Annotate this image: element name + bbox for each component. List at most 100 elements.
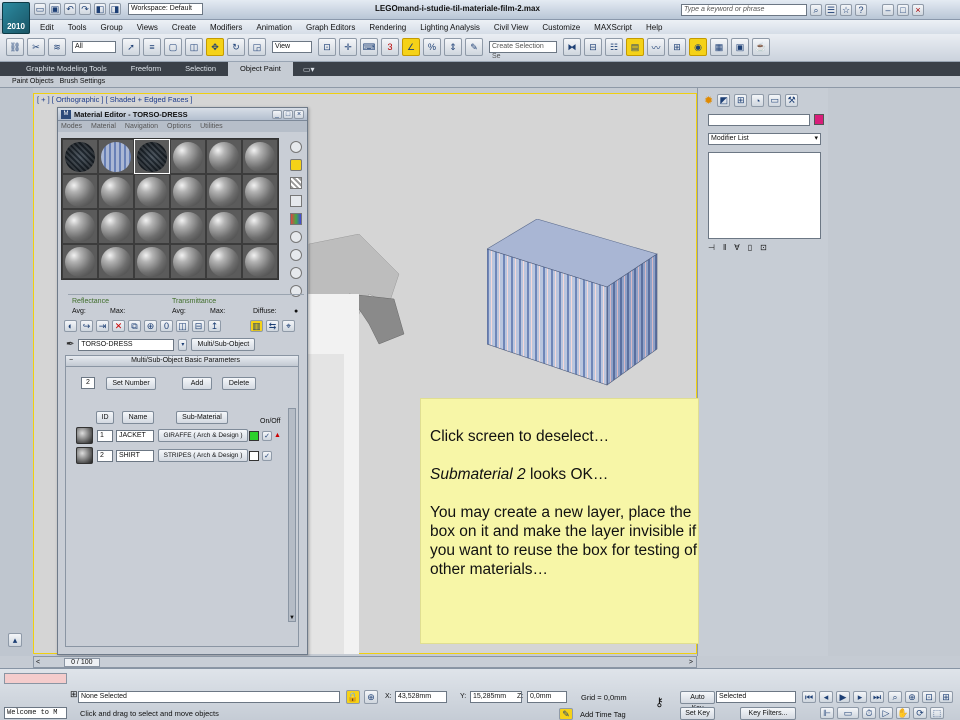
sample-slot[interactable]: [242, 209, 278, 244]
unlink-icon[interactable]: ✂: [27, 38, 45, 56]
sample-slot[interactable]: [242, 174, 278, 209]
menu-rendering[interactable]: Rendering: [369, 23, 406, 32]
menu-civil-view[interactable]: Civil View: [494, 23, 529, 32]
zoom-icon[interactable]: ⌕: [888, 691, 902, 703]
make-unique-icon[interactable]: ⧉: [128, 320, 141, 332]
frame-counter[interactable]: 0 / 100: [64, 657, 100, 667]
select-object-icon[interactable]: ➚: [122, 38, 140, 56]
sample-uv-tiling-icon[interactable]: [290, 195, 302, 207]
utilities-tab-icon[interactable]: ⚒: [785, 94, 799, 107]
time-configuration-icon[interactable]: ⏱: [862, 707, 876, 719]
rendered-frame-window-icon[interactable]: ▣: [731, 38, 749, 56]
sort-by-id-button[interactable]: ID: [96, 411, 114, 424]
lego-figure-model[interactable]: [289, 234, 429, 654]
select-by-name-icon[interactable]: ≡: [143, 38, 161, 56]
show-end-result-icon[interactable]: ‖: [723, 243, 726, 252]
viewport-scroll-icon[interactable]: ▴: [8, 633, 22, 647]
number-of-materials-field[interactable]: 2: [81, 377, 95, 389]
make-preview-icon[interactable]: [290, 231, 302, 243]
menu-customize[interactable]: Customize: [542, 23, 580, 32]
maxscript-mini-listener[interactable]: Welcome to M: [4, 707, 67, 719]
subtab-paint-objects[interactable]: Paint Objects: [12, 78, 54, 85]
delete-button[interactable]: Delete: [222, 377, 256, 390]
add-time-tag-icon[interactable]: ✎: [559, 708, 573, 720]
onoff-checkbox[interactable]: ✓: [262, 450, 272, 461]
video-color-check-icon[interactable]: [290, 213, 302, 225]
maximize-icon[interactable]: □: [897, 4, 909, 16]
menu-lighting-analysis[interactable]: Lighting Analysis: [420, 23, 480, 32]
favorites-star-icon[interactable]: ☆: [840, 4, 852, 16]
zoom-all-icon[interactable]: ⊕: [905, 691, 919, 703]
save-icon[interactable]: ▣: [49, 3, 61, 15]
snaps-toggle-icon[interactable]: 3: [381, 38, 399, 56]
menu-animation[interactable]: Animation: [256, 23, 292, 32]
align-icon[interactable]: ⊟: [584, 38, 602, 56]
search-input[interactable]: Type a keyword or phrase: [681, 4, 807, 16]
rollup-scrollbar[interactable]: ▼: [288, 408, 296, 622]
medit-menu-utilities[interactable]: Utilities: [200, 123, 223, 130]
key-mode-toggle-icon[interactable]: ⊩: [820, 707, 834, 719]
sample-slot[interactable]: [242, 244, 278, 279]
modifier-stack[interactable]: [708, 152, 821, 239]
menu-views[interactable]: Views: [137, 23, 158, 32]
next-frame-icon[interactable]: ▸: [853, 691, 867, 703]
previous-frame-icon[interactable]: ◂: [819, 691, 833, 703]
show-end-result-icon[interactable]: ⊟: [192, 320, 205, 332]
material-id-channel-icon[interactable]: 0: [160, 320, 173, 332]
time-slider[interactable]: < 0 / 100 >: [33, 656, 697, 668]
app-logo-button[interactable]: 2010: [2, 2, 30, 34]
z-coordinate-field[interactable]: 0,0mm: [527, 691, 567, 703]
key-mode-dropdown[interactable]: Selected: [716, 691, 796, 703]
keyboard-shortcut-icon[interactable]: ⌨: [360, 38, 378, 56]
medit-menu-options[interactable]: Options: [167, 123, 191, 130]
edit-named-selection-icon[interactable]: ✎: [465, 38, 483, 56]
minimize-icon[interactable]: –: [882, 4, 894, 16]
bind-space-warp-icon[interactable]: ≋: [48, 38, 66, 56]
backlight-icon[interactable]: [290, 159, 302, 171]
mirror-icon[interactable]: ⧓: [563, 38, 581, 56]
submaterial-swatch[interactable]: [76, 427, 93, 444]
options-icon[interactable]: [290, 249, 302, 261]
render-teapot-icon[interactable]: ☕: [752, 38, 770, 56]
select-and-scale-icon[interactable]: ◲: [248, 38, 266, 56]
tab-selection[interactable]: Selection: [173, 62, 228, 76]
pick-material-icon[interactable]: ⌖: [282, 320, 295, 332]
remove-modifier-icon[interactable]: ▯: [748, 243, 752, 252]
select-by-material-icon[interactable]: [290, 267, 302, 279]
binoculars-icon[interactable]: ⌕: [810, 4, 822, 16]
tab-freeform[interactable]: Freeform: [119, 62, 173, 76]
menu-maxscript[interactable]: MAXScript: [594, 23, 632, 32]
sample-slot[interactable]: [62, 174, 98, 209]
material-type-button[interactable]: Multi/Sub-Object: [191, 338, 256, 351]
layer-manager-icon[interactable]: ☷: [605, 38, 623, 56]
row-scroll-icon[interactable]: ▲: [274, 432, 281, 439]
reference-coordinate-dropdown[interactable]: View: [272, 41, 312, 53]
key-filters-button[interactable]: Key Filters...: [740, 707, 796, 720]
assign-to-selection-icon[interactable]: ⇥: [96, 320, 109, 332]
sample-slot-selected[interactable]: [134, 139, 170, 174]
reset-map-icon[interactable]: ✕: [112, 320, 125, 332]
submaterial-id[interactable]: 1: [97, 429, 113, 442]
submaterial-name[interactable]: JACKET: [116, 429, 154, 442]
redo-icon[interactable]: ↷: [79, 3, 91, 15]
sample-slot[interactable]: [206, 174, 242, 209]
submaterial-swatch[interactable]: [76, 447, 93, 464]
background-icon[interactable]: [290, 177, 302, 189]
play-icon[interactable]: ▶: [836, 691, 850, 703]
sort-by-submaterial-button[interactable]: Sub-Material: [176, 411, 228, 424]
named-selection-dropdown[interactable]: Create Selection Se: [489, 41, 557, 60]
hold-icon[interactable]: ◧: [94, 3, 106, 15]
ribbon-options-icon[interactable]: ▭▾: [303, 65, 315, 74]
show-map-in-viewport-icon[interactable]: ▥: [250, 320, 263, 332]
sample-slot[interactable]: [170, 244, 206, 279]
put-to-library-icon[interactable]: ⊕: [144, 320, 157, 332]
y-coordinate-field[interactable]: 15,285mm: [470, 691, 522, 703]
medit-menu-modes[interactable]: Modes: [61, 123, 82, 130]
time-slider-prev-icon[interactable]: <: [36, 659, 40, 666]
rectangular-selection-icon[interactable]: ▢: [164, 38, 182, 56]
auto-key-button[interactable]: Auto Key: [680, 691, 715, 712]
sample-slot[interactable]: [206, 209, 242, 244]
object-color-swatch[interactable]: [814, 114, 824, 125]
get-material-icon[interactable]: ◐: [64, 320, 77, 332]
make-unique-icon[interactable]: ∀: [734, 243, 739, 252]
